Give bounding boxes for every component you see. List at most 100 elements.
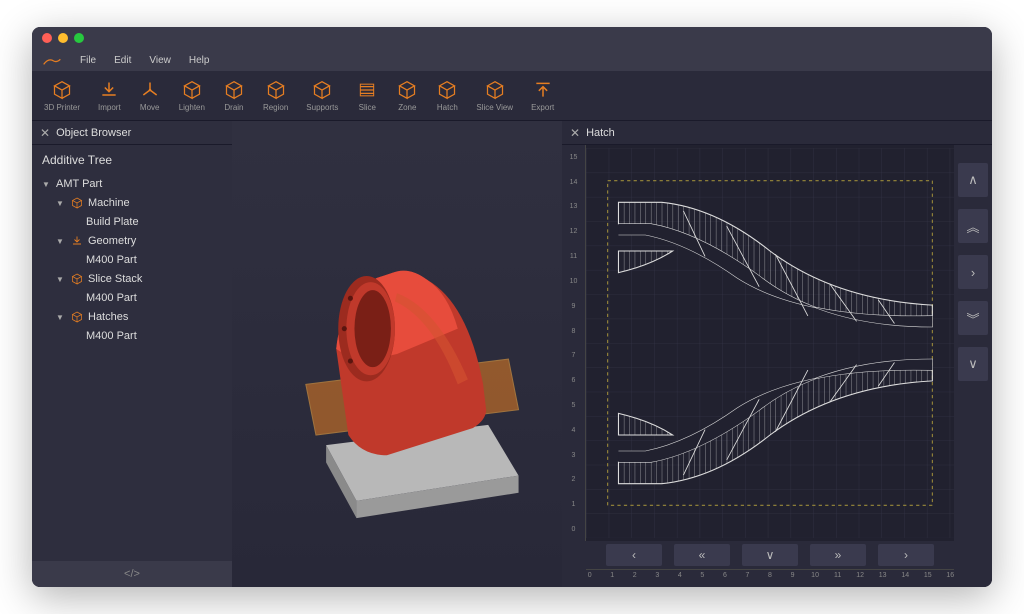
tree-node[interactable]: ▼ AMT Part (38, 175, 226, 193)
ruler-tick: 0 (588, 572, 592, 579)
expand-arrow-icon[interactable]: ▼ (56, 237, 66, 246)
tree-title: Additive Tree (32, 145, 232, 175)
minimize-window-button[interactable] (58, 33, 68, 43)
maximize-window-button[interactable] (74, 33, 84, 43)
tool-slice[interactable]: Slice (352, 77, 382, 114)
toolbar: 3D Printer Import Move Lighten Drain Region Su… (32, 71, 992, 121)
tool-slice-view[interactable]: Slice View (472, 77, 517, 114)
slice-icon (356, 79, 378, 101)
tree-node[interactable]: ▼ Geometry (38, 231, 226, 251)
tool-import[interactable]: Import (94, 77, 125, 114)
horizontal-ruler: 012345678910111213141516 (586, 569, 954, 587)
cube-icon (181, 79, 203, 101)
tree-node[interactable]: M400 Part (38, 289, 226, 307)
tree-label: Hatches (88, 311, 128, 323)
import-icon (98, 79, 120, 101)
cube-icon (70, 196, 84, 210)
ruler-tick: 11 (562, 253, 585, 260)
expand-arrow-icon[interactable]: ▼ (42, 180, 52, 189)
nav-up-button[interactable]: ∧ (958, 163, 988, 197)
tree-label: M400 Part (86, 292, 137, 304)
ruler-tick: 13 (879, 572, 887, 579)
horizontal-nav: ‹ « ∨ » › (562, 541, 992, 569)
ruler-tick: 14 (901, 572, 909, 579)
menu-edit[interactable]: Edit (114, 55, 131, 66)
expand-arrow-icon[interactable]: ▼ (56, 275, 66, 284)
nav-down-fast-button[interactable]: ︾ (958, 301, 988, 335)
ruler-tick: 2 (562, 476, 585, 483)
nav-right-fast-button[interactable]: » (810, 544, 866, 566)
tool-label: Slice (359, 103, 376, 112)
menu-help[interactable]: Help (189, 55, 210, 66)
hatch-footer: ‹«∨»› 012345678910111213141516 (562, 541, 992, 587)
tool-supports[interactable]: Supports (302, 77, 342, 114)
ruler-tick: 5 (562, 402, 585, 409)
ruler-tick: 1 (562, 501, 585, 508)
vertical-nav: ∧ ︽ › ︾ ∨ (954, 145, 992, 541)
tool-3d-printer[interactable]: 3D Printer (40, 77, 84, 114)
menu-file[interactable]: File (80, 55, 96, 66)
ruler-tick: 7 (746, 572, 750, 579)
code-icon[interactable]: </> (124, 568, 140, 580)
hatch-viewport[interactable] (586, 145, 954, 541)
cube-icon (223, 79, 245, 101)
hatch-panel: ✕ Hatch 0123456789101112131415 (562, 121, 992, 587)
nav-right-button[interactable]: › (878, 544, 934, 566)
ruler-tick: 8 (562, 328, 585, 335)
close-window-button[interactable] (42, 33, 52, 43)
tool-export[interactable]: Export (527, 77, 558, 114)
tree: ▼ AMT Part ▼MachineBuild Plate ▼ Geometry M40… (32, 175, 232, 345)
app-window: File Edit View Help 3D Printer Import Move… (32, 27, 992, 587)
nav-up-fast-button[interactable]: ︽ (958, 209, 988, 243)
tree-node[interactable]: ▼ Hatches (38, 307, 226, 327)
tool-hatch[interactable]: Hatch (432, 77, 462, 114)
ruler-tick: 14 (562, 179, 585, 186)
hatch-pattern (586, 145, 954, 541)
tree-label: AMT Part (56, 178, 102, 190)
tool-label: 3D Printer (44, 103, 80, 112)
object-browser-panel: ✕ Object Browser Additive Tree ▼AMT Part… (32, 121, 232, 587)
tool-lighten[interactable]: Lighten (175, 77, 209, 114)
close-icon[interactable]: ✕ (40, 126, 50, 140)
3d-viewport[interactable] (232, 121, 562, 587)
ruler-tick: 3 (655, 572, 659, 579)
nav-left-button[interactable]: ‹ (606, 544, 662, 566)
close-icon[interactable]: ✕ (570, 126, 580, 140)
menu-view[interactable]: View (149, 55, 171, 66)
tool-zone[interactable]: Zone (392, 77, 422, 114)
tool-label: Zone (398, 103, 416, 112)
nav-left-fast-button[interactable]: « (674, 544, 730, 566)
ruler-tick: 6 (723, 572, 727, 579)
tool-label: Export (531, 103, 554, 112)
nav-down-button[interactable]: ∨ (958, 347, 988, 381)
tree-label: M400 Part (86, 254, 137, 266)
ruler-tick: 1 (610, 572, 614, 579)
tool-drain[interactable]: Drain (219, 77, 249, 114)
tool-region[interactable]: Region (259, 77, 292, 114)
tool-move[interactable]: Move (135, 77, 165, 114)
ruler-tick: 5 (700, 572, 704, 579)
cube-icon (396, 79, 418, 101)
hatch-title: Hatch (586, 127, 615, 139)
nav-right-button[interactable]: › (958, 255, 988, 289)
import-icon (70, 234, 84, 248)
tree-label: Geometry (88, 235, 136, 247)
expand-arrow-icon[interactable]: ▼ (56, 313, 66, 322)
cube-icon (70, 272, 84, 286)
tool-label: Slice View (476, 103, 513, 112)
cube-icon (311, 79, 333, 101)
nav-down-button[interactable]: ∨ (742, 544, 798, 566)
ruler-tick: 4 (678, 572, 682, 579)
tree-node[interactable]: ▼Machine (38, 193, 226, 213)
tree-node[interactable]: ▼Slice Stack (38, 269, 226, 289)
cube-icon (484, 79, 506, 101)
expand-arrow-icon[interactable]: ▼ (56, 199, 66, 208)
tree-node[interactable]: M400 Part (38, 327, 226, 345)
ruler-tick: 10 (562, 278, 585, 285)
ruler-tick: 15 (562, 154, 585, 161)
tool-label: Drain (224, 103, 243, 112)
hatch-header: ✕ Hatch (562, 121, 992, 145)
tree-node[interactable]: Build Plate (38, 213, 226, 231)
hatch-body: 0123456789101112131415 (562, 145, 992, 541)
tree-node[interactable]: M400 Part (38, 251, 226, 269)
